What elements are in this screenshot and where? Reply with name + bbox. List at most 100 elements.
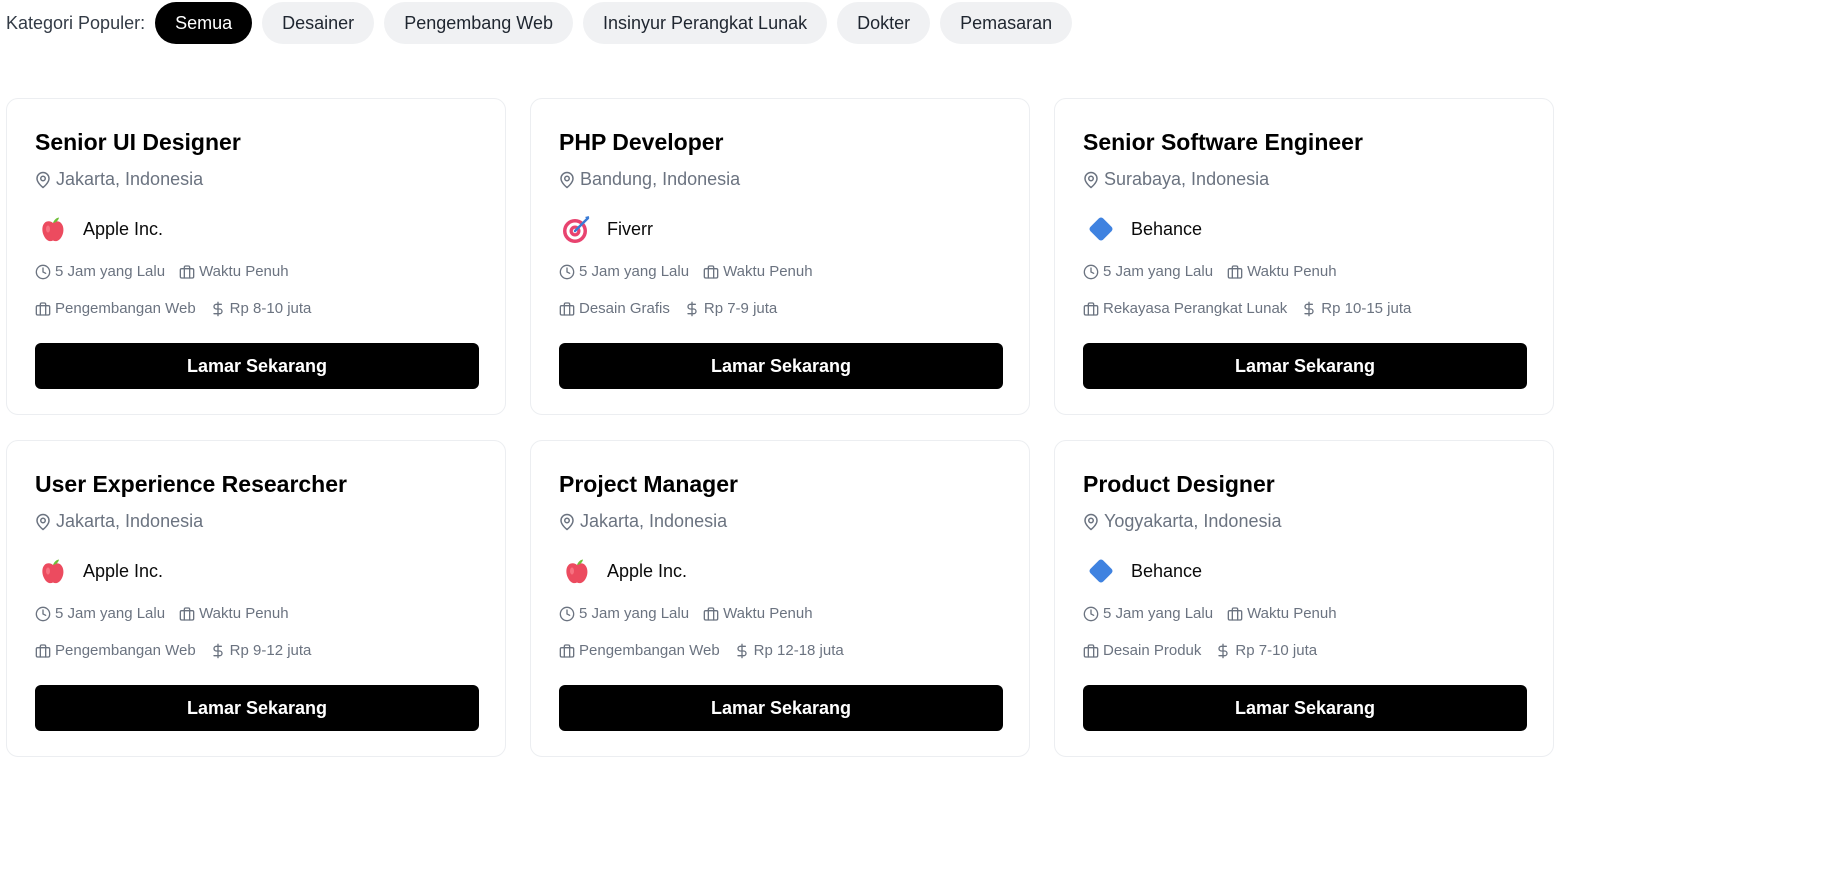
job-meta-row: 5 Jam yang Lalu Waktu Penuh xyxy=(559,263,827,280)
location-text: Jakarta, Indonesia xyxy=(580,511,728,531)
job-location: Jakarta, Indonesia xyxy=(34,169,203,190)
job-salary: Rp 9-12 juta xyxy=(229,642,312,659)
map-pin-icon xyxy=(34,513,52,531)
briefcase-icon xyxy=(703,264,719,280)
apply-button[interactable]: Lamar Sekarang xyxy=(1083,343,1527,389)
category-pill-insinyur-perangkat-lunak[interactable]: Insinyur Perangkat Lunak xyxy=(582,2,828,44)
job-meta-row: 5 Jam yang Lalu Waktu Penuh xyxy=(35,263,303,280)
clock-icon xyxy=(35,264,51,280)
job-location: Yogyakarta, Indonesia xyxy=(1082,511,1281,532)
category-pill-dokter[interactable]: Dokter xyxy=(837,2,931,44)
company-name: Behance xyxy=(1131,218,1203,239)
briefcase-icon xyxy=(1227,264,1243,280)
job-card: Senior Software Engineer Surabaya, Indon… xyxy=(1054,98,1554,415)
category-pill-pengembang-web[interactable]: Pengembang Web xyxy=(384,2,573,44)
posted-time: 5 Jam yang Lalu xyxy=(1103,263,1214,280)
company: Behance xyxy=(1083,211,1202,247)
company-name: Apple Inc. xyxy=(607,560,688,581)
apply-button[interactable]: Lamar Sekarang xyxy=(35,685,479,731)
job-salary: Rp 10-15 juta xyxy=(1321,300,1412,317)
job-title: User Experience Researcher xyxy=(35,471,347,497)
apply-button[interactable]: Lamar Sekarang xyxy=(35,343,479,389)
job-type: Waktu Penuh xyxy=(1247,605,1337,622)
job-meta-row-2: Desain Produk Rp 7-10 juta xyxy=(1083,642,1331,659)
posted-time: 5 Jam yang Lalu xyxy=(579,263,690,280)
job-location: Surabaya, Indonesia xyxy=(1082,169,1269,190)
job-category: Desain Grafis xyxy=(579,300,670,317)
job-meta-row: 5 Jam yang Lalu Waktu Penuh xyxy=(1083,263,1351,280)
job-type: Waktu Penuh xyxy=(199,263,289,280)
company: Apple Inc. xyxy=(35,553,163,589)
category-pill-semua[interactable]: Semua xyxy=(155,2,253,44)
company: Apple Inc. xyxy=(35,211,163,247)
job-meta-row-2: Pengembangan Web Rp 8-10 juta xyxy=(35,300,325,317)
apply-button[interactable]: Lamar Sekarang xyxy=(559,343,1003,389)
target-logo-icon xyxy=(559,211,595,247)
posted-time: 5 Jam yang Lalu xyxy=(55,263,166,280)
job-title: Product Designer xyxy=(1083,471,1275,497)
job-card: User Experience Researcher Jakarta, Indo… xyxy=(6,440,506,757)
company: Apple Inc. xyxy=(559,553,687,589)
job-category: Pengembangan Web xyxy=(579,642,720,659)
job-meta-row-2: Desain Grafis Rp 7-9 juta xyxy=(559,300,791,317)
map-pin-icon xyxy=(34,171,52,189)
company: Fiverr xyxy=(559,211,653,247)
briefcase-icon xyxy=(559,643,575,659)
apply-button[interactable]: Lamar Sekarang xyxy=(1083,685,1527,731)
briefcase-icon xyxy=(35,643,51,659)
job-salary: Rp 7-10 juta xyxy=(1235,642,1318,659)
map-pin-icon xyxy=(558,171,576,189)
job-card: PHP Developer Bandung, Indonesia Fiverr … xyxy=(530,98,1030,415)
job-location: Jakarta, Indonesia xyxy=(558,511,727,532)
job-salary: Rp 7-9 juta xyxy=(703,300,778,317)
job-title: Senior Software Engineer xyxy=(1083,129,1363,155)
dollar-icon xyxy=(1215,643,1231,659)
clock-icon xyxy=(1083,606,1099,622)
job-title: Senior UI Designer xyxy=(35,129,241,155)
company-name: Fiverr xyxy=(607,218,653,239)
job-meta-row: 5 Jam yang Lalu Waktu Penuh xyxy=(559,605,827,622)
job-salary: Rp 12-18 juta xyxy=(753,642,844,659)
job-location: Jakarta, Indonesia xyxy=(34,511,203,532)
location-text: Jakarta, Indonesia xyxy=(56,169,204,189)
company-name: Apple Inc. xyxy=(83,560,164,581)
job-title: PHP Developer xyxy=(559,129,724,155)
job-meta-row-2: Pengembangan Web Rp 12-18 juta xyxy=(559,642,858,659)
apple-logo-icon xyxy=(35,211,71,247)
location-text: Surabaya, Indonesia xyxy=(1104,169,1270,189)
briefcase-icon xyxy=(35,301,51,317)
job-type: Waktu Penuh xyxy=(723,605,813,622)
briefcase-icon xyxy=(1083,643,1099,659)
dollar-icon xyxy=(684,301,700,317)
company-name: Behance xyxy=(1131,560,1203,581)
briefcase-icon xyxy=(179,264,195,280)
posted-time: 5 Jam yang Lalu xyxy=(579,605,690,622)
apple-logo-icon xyxy=(559,553,595,589)
clock-icon xyxy=(35,606,51,622)
map-pin-icon xyxy=(558,513,576,531)
job-title: Project Manager xyxy=(559,471,738,497)
job-category: Rekayasa Perangkat Lunak xyxy=(1103,300,1288,317)
job-type: Waktu Penuh xyxy=(199,605,289,622)
clock-icon xyxy=(559,264,575,280)
company: Behance xyxy=(1083,553,1202,589)
job-meta-row: 5 Jam yang Lalu Waktu Penuh xyxy=(1083,605,1351,622)
apply-button[interactable]: Lamar Sekarang xyxy=(559,685,1003,731)
map-pin-icon xyxy=(1082,171,1100,189)
posted-time: 5 Jam yang Lalu xyxy=(55,605,166,622)
job-card: Senior UI Designer Jakarta, Indonesia Ap… xyxy=(6,98,506,415)
clock-icon xyxy=(559,606,575,622)
dollar-icon xyxy=(1301,301,1317,317)
briefcase-icon xyxy=(179,606,195,622)
job-category: Desain Produk xyxy=(1103,642,1202,659)
job-salary: Rp 8-10 juta xyxy=(229,300,312,317)
dollar-icon xyxy=(734,643,750,659)
briefcase-icon xyxy=(703,606,719,622)
briefcase-icon xyxy=(559,301,575,317)
dollar-icon xyxy=(210,301,226,317)
category-pill-desainer[interactable]: Desainer xyxy=(262,2,375,44)
category-pill-pemasaran[interactable]: Pemasaran xyxy=(940,2,1073,44)
job-category: Pengembangan Web xyxy=(55,300,196,317)
job-category: Pengembangan Web xyxy=(55,642,196,659)
job-location: Bandung, Indonesia xyxy=(558,169,740,190)
